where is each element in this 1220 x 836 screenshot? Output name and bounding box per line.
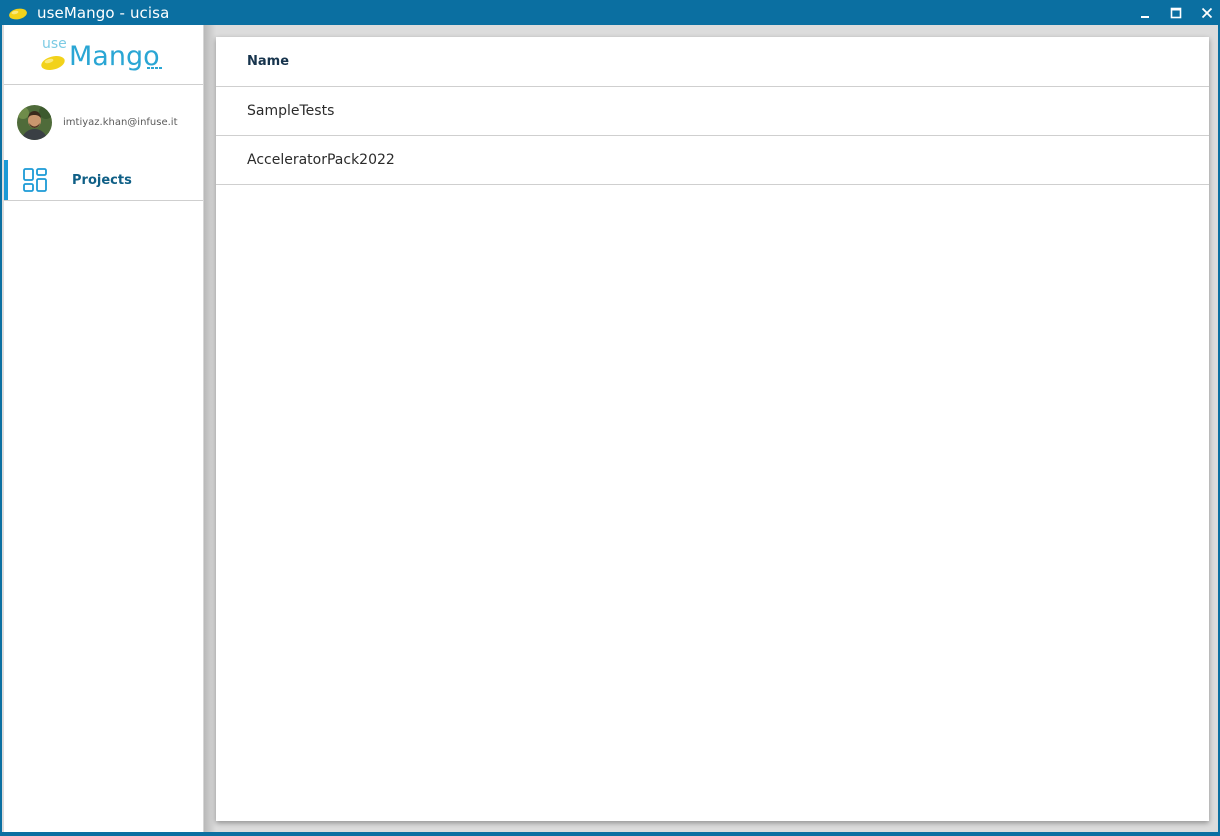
close-icon: [1201, 7, 1212, 18]
window-bottom-border: [2, 832, 1220, 836]
logo-prefix: use: [42, 36, 67, 52]
table-row[interactable]: SampleTests: [216, 87, 1209, 136]
minimize-button[interactable]: [1129, 0, 1160, 25]
table-row[interactable]: AcceleratorPack2022: [216, 136, 1209, 185]
user-email: imtiyaz.khan@infuse.it: [63, 117, 178, 128]
maximize-button[interactable]: [1160, 0, 1191, 25]
window-controls: [1129, 0, 1220, 25]
project-name: AcceleratorPack2022: [247, 152, 395, 168]
logo-area: use Mango: [4, 25, 203, 85]
column-header-name[interactable]: Name: [216, 37, 1209, 87]
usemango-logo: use Mango: [40, 36, 162, 72]
maximize-icon: [1170, 7, 1181, 18]
dashboard-grid-icon: [23, 168, 47, 192]
app-window: useMango - ucisa use Mango imtiyaz.khan@…: [0, 0, 1220, 836]
window-title: useMango - ucisa: [37, 3, 170, 22]
column-header-label: Name: [247, 54, 290, 69]
close-button[interactable]: [1191, 0, 1220, 25]
sidebar-item-projects[interactable]: Projects: [4, 160, 203, 201]
project-name: SampleTests: [247, 103, 335, 119]
avatar[interactable]: [17, 105, 52, 140]
title-bar[interactable]: useMango - ucisa: [2, 0, 1220, 25]
sidebar-shadow: [204, 25, 216, 832]
sidebar: use Mango imtiyaz.khan@infuse.it Project…: [4, 25, 204, 832]
mango-icon: [8, 6, 28, 20]
projects-table: Name SampleTests AcceleratorPack2022: [216, 37, 1209, 821]
user-profile[interactable]: imtiyaz.khan@infuse.it: [4, 85, 203, 160]
sidebar-item-label: Projects: [72, 172, 132, 188]
minimize-icon: [1140, 15, 1149, 18]
active-indicator: [4, 160, 8, 200]
logo-name: Mango: [69, 41, 160, 72]
